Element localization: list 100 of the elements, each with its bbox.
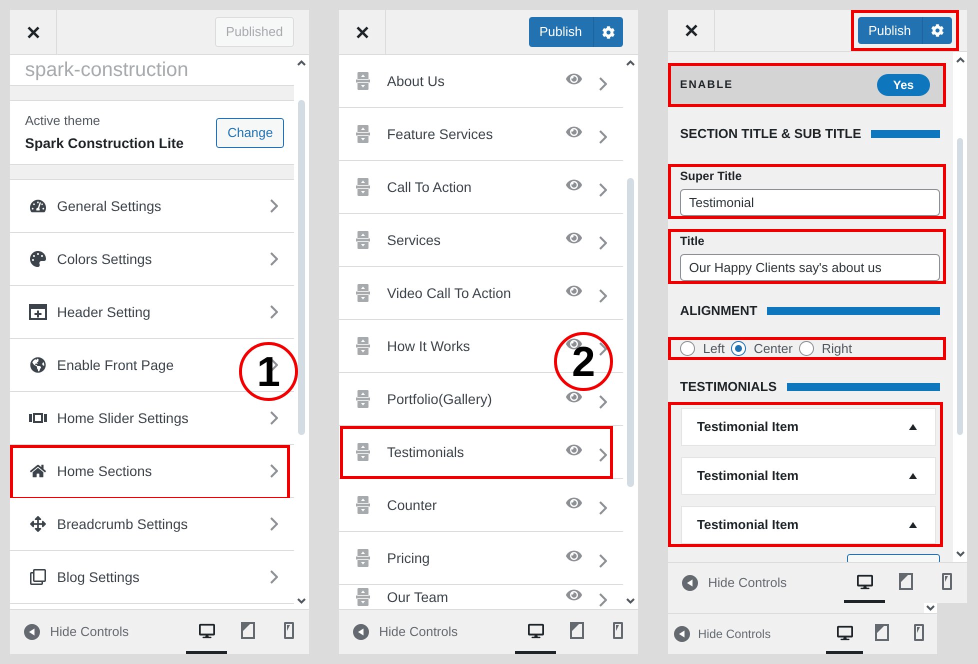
eye-icon xyxy=(566,494,582,510)
step-number: 2 xyxy=(554,332,613,391)
publish-button[interactable]: Publish xyxy=(529,17,593,47)
section-item-label: Testimonials xyxy=(387,442,464,462)
triangle-up-icon xyxy=(909,424,917,430)
section-item-label: Feature Services xyxy=(387,124,493,144)
text-field[interactable]: Our Happy Clients say's about us xyxy=(680,254,940,281)
overlapping-squares-icon xyxy=(30,569,46,585)
collapse-icon xyxy=(682,575,698,591)
collapse-icon xyxy=(674,626,690,642)
chevron-right-icon xyxy=(270,464,278,478)
chevron-down-icon[interactable] xyxy=(926,605,935,611)
section-item-label: About Us xyxy=(387,72,445,90)
section-item-label: Call To Action xyxy=(387,178,472,196)
menu-item-label: Blog Settings xyxy=(57,568,140,587)
chevron-right-icon xyxy=(599,394,607,408)
phone-icon xyxy=(914,624,924,641)
section-block-icon xyxy=(356,390,370,408)
toggle-switch[interactable]: Yes xyxy=(877,74,930,96)
chevron-up-icon[interactable] xyxy=(956,57,965,63)
theme-name: Spark Construction Lite xyxy=(25,134,184,153)
desktop-icon xyxy=(198,622,214,638)
section-block-icon xyxy=(356,178,370,196)
radio-button[interactable] xyxy=(680,341,695,356)
radio-button[interactable] xyxy=(730,341,746,356)
site-title: spark-construction xyxy=(25,59,188,81)
chevron-down-icon[interactable] xyxy=(297,598,306,604)
chevron-right-icon xyxy=(270,252,278,266)
house-icon xyxy=(30,463,46,479)
chevron-right-icon xyxy=(599,130,607,144)
eye-icon xyxy=(566,282,582,298)
collapse-icon xyxy=(24,624,40,640)
menu-item-label: Colors Settings xyxy=(57,250,152,269)
hide-controls-button[interactable]: Hide Controls xyxy=(674,625,771,643)
radio-option[interactable]: Left xyxy=(680,338,725,358)
chevron-right-icon xyxy=(599,500,607,514)
chevron-right-icon xyxy=(270,305,278,319)
text-field[interactable]: Testimonial xyxy=(680,189,940,216)
tablet-icon xyxy=(874,624,888,641)
phone-icon xyxy=(284,622,294,639)
scrollbar-thumb[interactable] xyxy=(298,100,305,435)
tablet-icon xyxy=(898,573,912,590)
menu-item-label: Header Setting xyxy=(57,302,150,322)
section-heading: TESTIMONIALS xyxy=(680,378,777,396)
repeater-item[interactable]: Testimonial Item xyxy=(681,408,936,446)
radio-option[interactable]: Right xyxy=(798,338,852,358)
desktop-icon xyxy=(856,574,872,590)
eye-icon xyxy=(566,388,582,404)
scrollbar-thumb[interactable] xyxy=(957,138,963,435)
section-heading: SECTION TITLE & SUB TITLE xyxy=(680,125,862,144)
phone-icon xyxy=(942,573,952,590)
section-block-icon xyxy=(356,588,370,606)
chevron-right-icon xyxy=(599,76,607,90)
menu-item-label: Home Slider Settings xyxy=(57,408,189,428)
close-icon xyxy=(356,26,368,38)
hide-controls-button[interactable]: Hide Controls xyxy=(682,573,787,593)
publish-button[interactable]: Publish xyxy=(858,17,922,44)
radio-button[interactable] xyxy=(798,341,814,356)
eye-icon xyxy=(566,230,582,246)
radio-option[interactable]: Center xyxy=(730,338,793,358)
chevron-up-icon[interactable] xyxy=(626,60,635,66)
menu-item-label: General Settings xyxy=(57,196,162,216)
publish-settings-button[interactable] xyxy=(922,17,952,44)
scrollbar-thumb[interactable] xyxy=(627,178,634,487)
publish-settings-button[interactable] xyxy=(593,17,623,47)
chevron-right-icon xyxy=(599,236,607,250)
hide-controls-button[interactable]: Hide Controls xyxy=(24,622,129,642)
repeater-item[interactable]: Testimonial Item xyxy=(681,506,936,544)
heading-accent-bar xyxy=(871,130,940,138)
chevron-down-icon[interactable] xyxy=(956,551,965,557)
menu-item-label: Breadcrumb Settings xyxy=(57,514,188,534)
menu-item[interactable]: Home Sections xyxy=(10,445,294,498)
field-label: Title xyxy=(680,233,706,249)
menu-item[interactable]: Breadcrumb Settings xyxy=(10,498,294,551)
chevron-down-icon[interactable] xyxy=(626,598,635,604)
menu-item-label: Home Sections xyxy=(57,462,152,480)
chevron-right-icon xyxy=(270,517,278,531)
section-block-icon xyxy=(356,284,370,302)
eye-icon xyxy=(566,176,582,192)
close-icon xyxy=(684,24,698,37)
eye-icon xyxy=(566,124,582,140)
section-item[interactable]: Testimonials xyxy=(339,426,623,479)
eye-icon xyxy=(566,70,582,86)
chevron-right-icon xyxy=(599,342,607,356)
section-item-label: Counter xyxy=(387,496,437,514)
eye-icon xyxy=(566,548,582,564)
gear-icon xyxy=(602,26,615,38)
chevron-up-icon[interactable] xyxy=(297,60,306,66)
eye-icon xyxy=(566,586,582,602)
section-block-icon xyxy=(356,496,370,514)
section-block-icon xyxy=(356,231,370,249)
hide-controls-button[interactable]: Hide Controls xyxy=(353,622,458,642)
section-block-icon xyxy=(356,125,370,143)
chevron-right-icon xyxy=(599,182,607,196)
section-item-label: Video Call To Action xyxy=(387,284,512,302)
change-theme-button[interactable]: Change xyxy=(216,118,284,148)
chevron-right-icon xyxy=(270,358,278,372)
chevron-right-icon xyxy=(599,554,607,568)
repeater-item[interactable]: Testimonial Item xyxy=(681,457,936,495)
slides-icon xyxy=(29,413,47,423)
